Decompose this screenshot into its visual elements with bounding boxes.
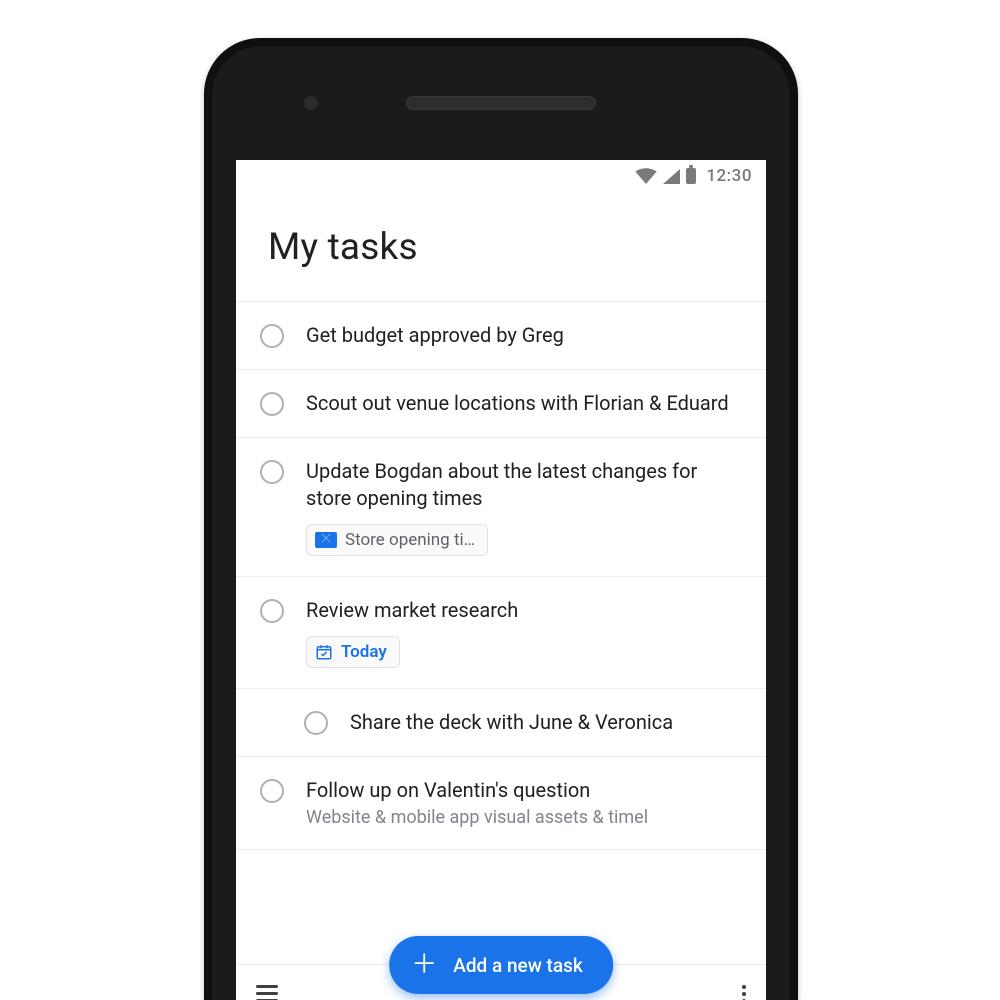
menu-icon[interactable] xyxy=(256,985,278,1000)
cell-signal-icon xyxy=(663,169,680,184)
task-title: Scout out venue locations with Florian &… xyxy=(306,390,742,417)
task-item[interactable]: Review market research xyxy=(236,577,766,689)
status-time: 12:30 xyxy=(706,166,752,186)
task-title: Get budget approved by Greg xyxy=(306,322,742,349)
calendar-check-icon xyxy=(315,643,333,661)
status-bar: 12:30 xyxy=(236,160,766,192)
task-item[interactable]: Scout out venue locations with Florian &… xyxy=(236,370,766,438)
phone-frame: 12:30 My tasks Get budget approved by Gr… xyxy=(204,38,798,1000)
task-checkbox[interactable] xyxy=(260,460,284,484)
task-checkbox[interactable] xyxy=(260,599,284,623)
task-item[interactable]: Follow up on Valentin's question Website… xyxy=(236,757,766,850)
wifi-icon xyxy=(635,168,657,184)
page-title: My tasks xyxy=(236,192,766,301)
phone-top-hardware xyxy=(212,46,790,160)
task-title: Review market research xyxy=(306,597,742,624)
screen: 12:30 My tasks Get budget approved by Gr… xyxy=(236,160,766,1000)
more-icon[interactable] xyxy=(742,985,746,1000)
task-title: Follow up on Valentin's question xyxy=(306,777,742,804)
task-item-subtask[interactable]: Share the deck with June & Veronica xyxy=(236,689,766,757)
task-list: Get budget approved by Greg Scout out ve… xyxy=(236,301,766,850)
chip-label: Store opening ti… xyxy=(345,530,475,550)
phone-bezel: 12:30 My tasks Get budget approved by Gr… xyxy=(212,46,790,1000)
task-checkbox[interactable] xyxy=(260,324,284,348)
task-title: Share the deck with June & Veronica xyxy=(350,709,742,736)
plus-icon: ＋ xyxy=(411,952,437,978)
date-chip[interactable]: Today xyxy=(306,636,400,668)
task-title: Update Bogdan about the latest changes f… xyxy=(306,458,742,512)
task-item[interactable]: Update Bogdan about the latest changes f… xyxy=(236,438,766,577)
add-task-fab[interactable]: ＋ Add a new task xyxy=(389,936,613,994)
task-checkbox[interactable] xyxy=(304,711,328,735)
mail-icon xyxy=(315,532,337,548)
task-checkbox[interactable] xyxy=(260,779,284,803)
front-camera xyxy=(304,96,318,110)
email-attachment-chip[interactable]: Store opening ti… xyxy=(306,524,488,556)
chip-label: Today xyxy=(341,642,387,662)
fab-label: Add a new task xyxy=(453,954,583,977)
task-subtitle: Website & mobile app visual assets & tim… xyxy=(306,806,742,829)
task-item[interactable]: Get budget approved by Greg xyxy=(236,301,766,370)
battery-icon xyxy=(686,168,696,184)
task-checkbox[interactable] xyxy=(260,392,284,416)
earpiece-speaker xyxy=(406,96,596,110)
